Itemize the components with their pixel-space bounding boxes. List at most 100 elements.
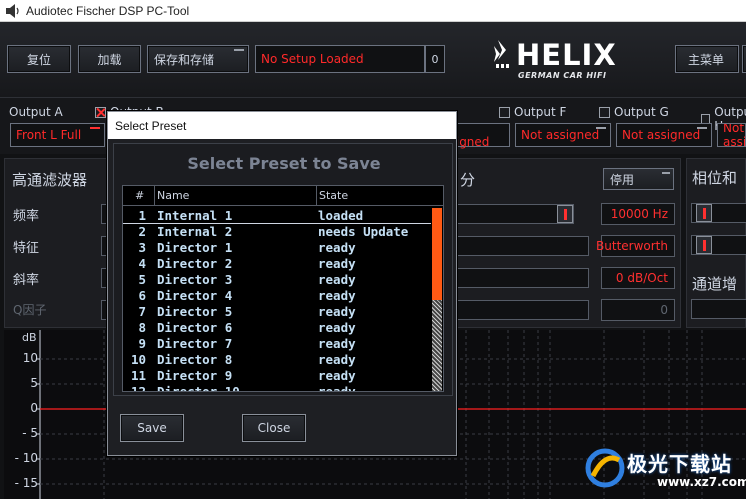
lowpass-characteristic-slider[interactable] <box>456 236 589 256</box>
save-button[interactable]: Save <box>120 414 184 442</box>
dropdown-notch-icon <box>90 127 100 129</box>
lowpass-slope-slider[interactable] <box>456 268 589 288</box>
channel-gain-slider[interactable] <box>691 299 746 319</box>
preset-state: needs Update <box>318 224 409 239</box>
setup-status-field: No Setup Loaded <box>255 45 425 73</box>
preset-row[interactable]: 9 Director 7 ready <box>123 336 431 352</box>
preset-row[interactable]: 5 Director 3 ready <box>123 272 431 288</box>
preset-state: ready <box>318 320 356 335</box>
lowpass-disable-button[interactable]: 停用 <box>603 168 674 190</box>
helix-logo: HELIX GERMAN CAR HIFI <box>486 38 636 82</box>
preset-name: Director 9 <box>157 368 233 383</box>
ytick-5: 5 <box>30 376 38 390</box>
load-button[interactable]: 加载 <box>78 45 141 73</box>
preset-row[interactable]: 10 Director 8 ready <box>123 352 431 368</box>
preset-state: ready <box>318 352 356 367</box>
preset-list[interactable]: # Name State 1 Internal 1 loaded 2 Internal … <box>122 185 444 392</box>
column-separator <box>154 186 155 206</box>
ytick-minus-10: - 10 <box>14 451 38 465</box>
lowpass-slope-value[interactable]: 0 dB/Oct <box>601 267 675 289</box>
speaker-icon <box>5 3 21 19</box>
toolbar-edge-button[interactable] <box>742 45 746 73</box>
preset-num: 1 <box>138 208 146 223</box>
phase-panel: 相位和 通道增 <box>686 158 746 328</box>
watermark-text: 极光下载站 <box>627 452 732 476</box>
preset-row[interactable]: 2 Internal 2 needs Update <box>123 224 431 240</box>
preset-name: Director 10 <box>157 384 240 392</box>
output-g-checkbox[interactable] <box>599 106 610 118</box>
watermark-logo-icon <box>585 448 625 488</box>
load-button-label: 加载 <box>97 52 122 67</box>
logo-word: HELIX <box>516 38 617 72</box>
highpass-title: 高通滤波器 <box>12 171 88 189</box>
preset-name: Director 8 <box>157 352 233 367</box>
preset-row[interactable]: 11 Director 9 ready <box>123 368 431 384</box>
preset-num: 5 <box>138 272 146 287</box>
output-a-label: Output A <box>9 105 63 119</box>
ytick-minus-15: - 15 <box>14 476 38 490</box>
preset-num: 10 <box>130 352 146 367</box>
preset-name: Director 3 <box>157 272 233 287</box>
slider-knob[interactable] <box>696 236 712 254</box>
preset-num: 12 <box>130 384 146 392</box>
preset-name: Director 1 <box>157 240 233 255</box>
lowpass-characteristic-value[interactable]: Butterworth <box>596 235 675 257</box>
slider-knob[interactable] <box>557 205 573 223</box>
slider-knob[interactable] <box>696 204 712 222</box>
save-store-button-label: 保存和存储 <box>154 52 215 67</box>
preset-num: 11 <box>130 368 146 383</box>
column-header-state: State <box>319 189 349 202</box>
preset-state: ready <box>318 336 356 351</box>
preset-row[interactable]: 6 Director 4 ready <box>123 288 431 304</box>
preset-row[interactable]: 1 Internal 1 loaded <box>123 208 431 224</box>
preset-num: 8 <box>138 320 146 335</box>
output-f-value: Not assigned <box>521 128 600 142</box>
preset-state: ready <box>318 304 356 319</box>
preset-name: Director 2 <box>157 256 233 271</box>
preset-name: Director 4 <box>157 288 233 303</box>
ytick-minus-5: - 5 <box>22 426 38 440</box>
phase-slider-2[interactable] <box>691 235 746 255</box>
output-b-checkbox[interactable] <box>95 106 106 118</box>
output-g-label[interactable]: Output G <box>599 105 669 119</box>
preset-row[interactable]: 7 Director 5 ready <box>123 304 431 320</box>
logo-subtext: GERMAN CAR HIFI <box>518 71 607 80</box>
preset-row[interactable]: 4 Director 2 ready <box>123 256 431 272</box>
dropdown-notch-icon <box>662 172 670 174</box>
preset-num: 6 <box>138 288 146 303</box>
dialog-titlebar[interactable]: Select Preset <box>108 112 456 139</box>
output-g-field[interactable]: Not assigned <box>616 123 712 147</box>
lowpass-frequency-value[interactable]: 10000 Hz <box>601 203 675 225</box>
lowpass-q-slider[interactable] <box>456 300 589 320</box>
output-f-text: Output F <box>514 105 567 119</box>
preset-list-header: # Name State <box>123 186 443 206</box>
preset-num: 4 <box>138 256 146 271</box>
lowpass-title-fragment: 分 <box>460 171 476 189</box>
output-f-field[interactable]: Not assigned <box>515 123 611 147</box>
preset-row[interactable]: 8 Director 6 ready <box>123 320 431 336</box>
dialog-heading: Select Preset to Save <box>187 154 381 173</box>
dropdown-notch-icon <box>234 49 244 51</box>
scrollbar-thumb[interactable] <box>432 208 442 300</box>
lowpass-frequency-slider[interactable] <box>456 204 574 224</box>
save-store-button[interactable]: 保存和存储 <box>147 45 249 73</box>
output-f-checkbox[interactable] <box>499 106 510 118</box>
reset-button[interactable]: 复位 <box>7 45 71 73</box>
lowpass-q-value[interactable]: 0 <box>601 299 675 321</box>
dialog-content: Select Preset to Save # Name State 1 Inte… <box>113 143 453 396</box>
output-h-field[interactable]: Not assigned <box>717 123 746 147</box>
output-a-field[interactable]: Front L Full <box>10 123 105 147</box>
preset-state: ready <box>318 272 356 287</box>
preset-list-scrollbar[interactable] <box>432 208 442 391</box>
close-button[interactable]: Close <box>242 414 306 442</box>
main-menu-button[interactable]: 主菜单 <box>675 45 739 73</box>
preset-state: ready <box>318 240 356 255</box>
phase-slider-1[interactable] <box>691 203 746 223</box>
window-titlebar: Audiotec Fischer DSP PC-Tool <box>0 0 746 22</box>
output-g-value: Not assigned <box>622 128 701 142</box>
preset-num: 7 <box>138 304 146 319</box>
preset-row[interactable]: 3 Director 1 ready <box>123 240 431 256</box>
column-separator <box>316 186 317 206</box>
output-f-label[interactable]: Output F <box>499 105 566 119</box>
preset-row[interactable]: 12 Director 10 ready <box>123 384 431 392</box>
